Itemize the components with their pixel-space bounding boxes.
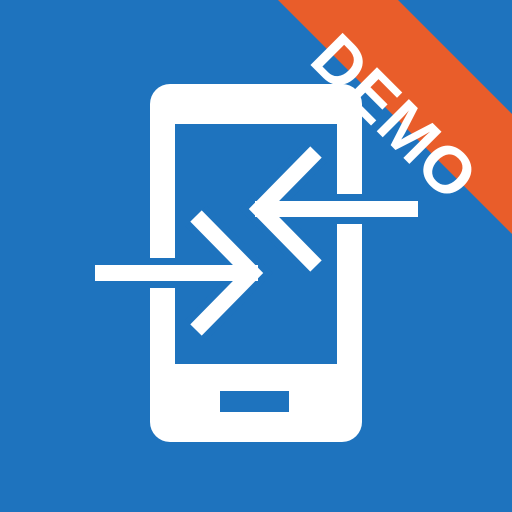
app-icon-graphic: DEMO <box>0 0 512 512</box>
app-icon[interactable]: DEMO <box>0 0 512 512</box>
phone-home-button <box>220 391 289 412</box>
